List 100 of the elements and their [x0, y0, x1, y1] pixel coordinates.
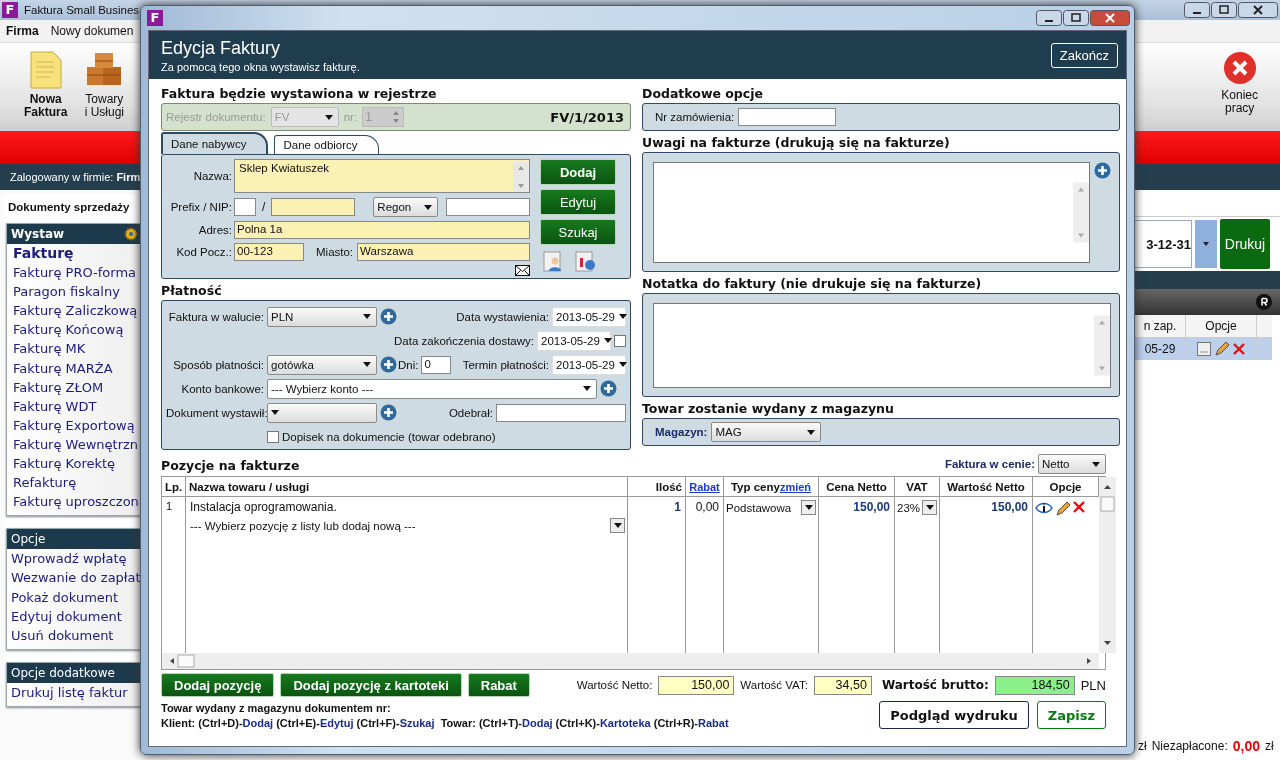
sidebar-link[interactable]: Fakturę PRO-forma — [7, 263, 144, 283]
table-row[interactable]: 05-29 — [1135, 338, 1272, 360]
column-header[interactable]: VAT — [895, 477, 940, 497]
sidebar-title: Wystaw — [11, 227, 65, 241]
plus-icon[interactable] — [380, 308, 397, 325]
input-field[interactable]: Polna 1a — [234, 221, 530, 239]
card-chart-icon[interactable] — [574, 249, 598, 273]
sidebar-link[interactable]: Fakturę WDT — [7, 396, 144, 416]
delete-icon[interactable] — [1073, 501, 1085, 513]
action-button[interactable]: Dodaj — [540, 159, 616, 185]
date-picker[interactable]: 2013-05-29 — [552, 306, 626, 327]
toolbar-button[interactable]: Nowa Faktura — [24, 51, 68, 119]
caret-icon — [583, 386, 591, 391]
currency-dropdown[interactable]: PLN — [267, 306, 377, 327]
column-header[interactable]: Ilość — [628, 477, 686, 497]
account-dropdown[interactable]: --- Wybierz konto --- — [267, 378, 597, 399]
item-picker[interactable]: --- Wybierz pozycję z listy lub dodaj nową --- — [188, 518, 625, 533]
maximize-icon[interactable] — [1211, 2, 1237, 18]
delete-icon[interactable] — [1233, 343, 1245, 355]
sidebar-link[interactable]: Edytuj dokument — [7, 606, 144, 626]
checkbox[interactable] — [267, 430, 279, 443]
sidebar-link[interactable]: Fakturę uproszczon — [7, 492, 144, 512]
id-type-dropdown[interactable]: Regon — [373, 197, 438, 217]
link[interactable]: zmień — [779, 480, 812, 493]
sidebar-link[interactable]: Wprowadź wpłatę — [7, 549, 144, 569]
section-heading: Towar zostanie wydany z magazynu — [642, 401, 895, 416]
issuer-dropdown[interactable] — [267, 402, 377, 423]
sidebar-link[interactable]: Fakturę Wewnętrzn — [7, 434, 144, 455]
sidebar-link[interactable]: Fakturę Zaliczkową — [7, 301, 144, 321]
input-field[interactable]: 00-123 — [234, 243, 304, 261]
tab[interactable]: Dane odbiorcy — [274, 135, 379, 154]
input-field[interactable] — [446, 198, 530, 216]
input-field[interactable] — [271, 198, 356, 216]
preview-button[interactable]: Podgląd wydruku — [879, 701, 1029, 729]
date-picker[interactable]: 2013-05-29 — [552, 354, 626, 375]
sidebar-link[interactable]: Wezwanie do zapłat — [7, 568, 144, 588]
column-header[interactable]: Opcje — [1186, 315, 1257, 337]
text-area[interactable] — [653, 162, 1090, 263]
input-field[interactable]: 0 — [421, 355, 452, 374]
checkbox[interactable] — [614, 334, 626, 347]
input-field[interactable]: Warszawa — [357, 243, 530, 261]
envelope-icon[interactable] — [515, 265, 530, 276]
warehouse-dropdown[interactable]: MAG — [711, 422, 822, 442]
sidebar-link[interactable]: Fakturę Końcową — [7, 320, 144, 340]
plus-icon[interactable] — [380, 404, 397, 421]
caret-icon — [925, 505, 934, 510]
sidebar-link[interactable]: Fakturę — [7, 244, 144, 264]
column-header[interactable]: Lp. — [162, 477, 186, 497]
plus-icon[interactable] — [380, 356, 397, 373]
sidebar-link[interactable]: Fakturę Exportową — [7, 415, 144, 435]
payment-method-dropdown[interactable]: gotówka — [267, 354, 377, 375]
action-button[interactable]: Dodaj pozycję — [161, 673, 275, 697]
column-header[interactable]: Nazwa towaru / usługi — [186, 477, 628, 497]
sidebar-link[interactable]: Fakturę MARŻA — [7, 358, 144, 378]
column-header[interactable]: Cena Netto — [819, 477, 895, 497]
plus-icon[interactable] — [1094, 162, 1111, 179]
save-button[interactable]: Zapisz — [1036, 701, 1106, 729]
name-field[interactable]: Sklep Kwiatuszek — [234, 159, 530, 193]
info-icon[interactable] — [1035, 501, 1053, 515]
plus-icon[interactable] — [600, 380, 617, 397]
exit-button[interactable]: Koniec pracy — [1221, 51, 1258, 115]
pencil-icon[interactable] — [1055, 501, 1071, 517]
sidebar-link[interactable]: Refakturę — [7, 473, 144, 493]
input-field[interactable] — [496, 403, 626, 422]
minimize-icon[interactable] — [1184, 2, 1210, 18]
toolbar-button[interactable]: Towary i Usługi — [83, 51, 126, 119]
action-button[interactable]: Edytuj — [540, 189, 616, 215]
menu-item[interactable]: Nowy dokumen — [50, 24, 134, 38]
link[interactable]: Rabat — [689, 480, 720, 493]
text-area[interactable] — [653, 303, 1111, 388]
sidebar-link[interactable]: Drukuj listę faktur — [7, 682, 144, 702]
field-label: Faktura w cenie: — [944, 458, 1035, 470]
sidebar-link[interactable]: Pokaż dokument — [7, 587, 144, 607]
vat-dropdown[interactable]: 23% — [897, 500, 937, 515]
tab[interactable]: Dane nabywcy — [161, 132, 269, 154]
date-field[interactable]: 3-12-31 — [1135, 220, 1192, 268]
sidebar-link[interactable]: Fakturę ZŁOM — [7, 377, 144, 397]
close-icon[interactable] — [1238, 2, 1278, 18]
action-button[interactable]: Dodaj pozycję z kartoteki — [280, 673, 462, 697]
sidebar-link[interactable]: Fakturę MK — [7, 339, 144, 359]
finish-button[interactable]: Zakończ — [1050, 42, 1118, 68]
action-button[interactable]: Rabat — [467, 673, 530, 697]
close-icon[interactable] — [1090, 10, 1130, 26]
sidebar-link[interactable]: Paragon fiskalny — [7, 282, 144, 302]
input-field[interactable] — [234, 198, 256, 216]
price-mode-dropdown[interactable]: Netto — [1038, 454, 1106, 474]
menu-item[interactable]: Firma — [6, 24, 39, 38]
sidebar-link[interactable]: Fakturę Korektę — [7, 454, 144, 474]
column-header[interactable]: Typ cenyzmień — [724, 477, 819, 497]
pencil-icon[interactable] — [1214, 341, 1230, 357]
price-type-dropdown[interactable]: Podstawowa — [726, 500, 816, 515]
minimize-icon[interactable] — [1036, 10, 1062, 26]
column-header[interactable]: Wartość Netto — [940, 477, 1033, 497]
maximize-icon[interactable] — [1063, 10, 1089, 26]
input-field[interactable] — [738, 108, 837, 126]
date-picker[interactable]: 2013-05-29 — [537, 330, 611, 351]
preview-icon[interactable] — [1197, 342, 1211, 356]
print-button[interactable]: Drukuj — [1220, 219, 1270, 269]
sidebar-link[interactable]: Usuń dokument — [7, 625, 144, 645]
action-button[interactable]: Szukaj — [540, 219, 616, 245]
